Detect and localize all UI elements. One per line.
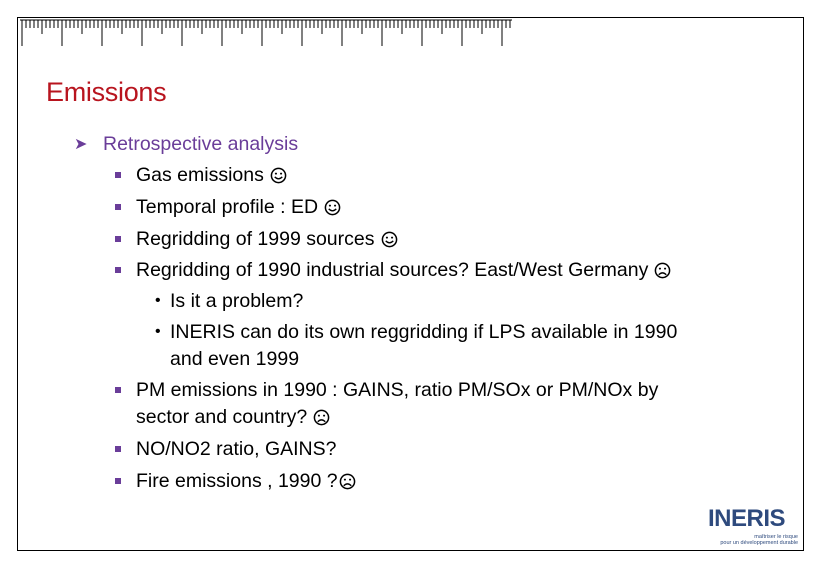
square-bullet-icon: [115, 387, 121, 393]
arrow-bullet-icon: ➤: [74, 136, 88, 153]
sad-face-icon: [313, 409, 330, 426]
list-item: PM emissions in 1990 : GAINS, ratio PM/S…: [136, 379, 659, 401]
list-item-text: Fire emissions , 1990 ?: [136, 470, 338, 492]
list-item: Temporal profile : ED: [136, 195, 341, 219]
heading-retrospective: Retrospective analysis: [103, 133, 299, 155]
list-item: Regridding of 1999 sources: [136, 227, 398, 251]
happy-face-icon: [270, 167, 287, 184]
list-item-continued: sector and country?: [136, 405, 330, 429]
list-item: NO/NO2 ratio, GAINS?: [136, 438, 337, 460]
square-bullet-icon: [115, 267, 121, 273]
square-bullet-icon: [115, 204, 121, 210]
list-item: Regridding of 1990 industrial sources? E…: [136, 258, 671, 282]
logo-tagline-line: pour un développement durable: [720, 540, 798, 546]
square-bullet-icon: [115, 446, 121, 452]
square-bullet-icon: [115, 478, 121, 484]
list-item-text: sector and country?: [136, 406, 308, 428]
square-bullet-icon: [115, 172, 121, 178]
list-item: Gas emissions: [136, 163, 287, 187]
slide-content: ➤ Retrospective analysis Gas emissions T…: [0, 0, 825, 570]
sad-face-icon: [339, 473, 355, 490]
sad-face-icon: [654, 262, 671, 279]
ineris-logo: INERIS maîtriser le risque pour un dével…: [708, 506, 800, 552]
dot-bullet-icon: •: [155, 292, 161, 309]
sub-list-item: INERIS can do its own reggridding if LPS…: [170, 321, 678, 343]
happy-face-icon: [381, 231, 397, 248]
logo-tagline: maîtriser le risque pour un développemen…: [712, 534, 798, 546]
list-item-text: Gas emissions: [136, 164, 264, 186]
list-item-text: Temporal profile : ED: [136, 196, 319, 218]
logo-name: INERIS: [708, 505, 786, 532]
sub-list-item: Is it a problem?: [170, 290, 304, 312]
sub-list-item-continued: and even 1999: [170, 348, 300, 370]
dot-bullet-icon: •: [155, 323, 161, 340]
happy-face-icon: [324, 199, 341, 216]
list-item: Fire emissions , 1990 ?: [136, 469, 356, 493]
list-item-text: Regridding of 1990 industrial sources? E…: [136, 259, 649, 281]
square-bullet-icon: [115, 236, 121, 242]
list-item-text: Regridding of 1999 sources: [136, 228, 375, 250]
